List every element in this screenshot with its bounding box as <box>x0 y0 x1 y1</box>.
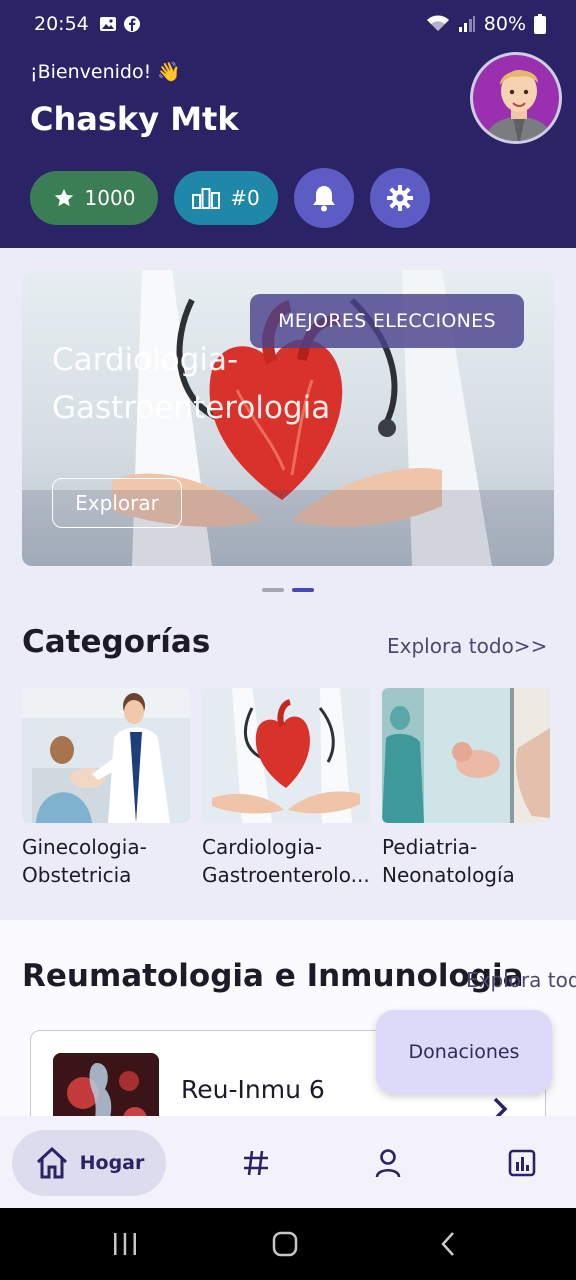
category-image <box>202 688 370 823</box>
leaderboard-icon <box>192 188 221 209</box>
back-icon[interactable] <box>438 1230 458 1258</box>
donations-button[interactable]: Donaciones <box>376 1010 552 1094</box>
gear-icon <box>387 185 413 211</box>
carousel-indicator <box>262 588 314 592</box>
recent-apps-icon[interactable] <box>112 1230 138 1258</box>
system-navigation-bar <box>0 1208 576 1280</box>
user-name: Chasky Mtk <box>30 100 239 138</box>
notifications-button[interactable] <box>294 168 354 228</box>
category-card[interactable]: Ginecologia- Obstetricia <box>22 688 190 889</box>
points-value: 1000 <box>84 186 136 210</box>
avatar-illustration <box>484 70 554 141</box>
bell-icon <box>313 186 335 212</box>
status-bar: 20:54 80% <box>0 0 576 48</box>
category-card[interactable]: Pediatria- Neonatología <box>382 688 550 889</box>
category-name: Ginecologia- Obstetricia <box>22 835 147 887</box>
section-title: Reumatologia e Inmunologia <box>22 958 524 994</box>
facebook-icon <box>123 16 140 32</box>
nav-home-label: Hogar <box>79 1152 145 1174</box>
battery-percent: 80% <box>483 13 526 35</box>
course-title: Reu-Inmu 6 <box>181 1075 325 1104</box>
status-time: 20:54 <box>34 13 89 35</box>
section-see-all-link[interactable]: Explora tod <box>466 968 576 992</box>
rank-chip[interactable]: #0 <box>174 171 278 225</box>
points-chip[interactable]: 1000 <box>30 171 158 225</box>
category-name: Cardiologia- Gastroenterolo... <box>202 835 370 887</box>
star-icon <box>54 188 73 207</box>
category-image <box>22 688 190 823</box>
featured-banner[interactable]: MEJORES ELECCIONES Cardiologia-Gastroent… <box>22 270 554 566</box>
category-name: Pediatria- Neonatología <box>382 835 515 887</box>
settings-button[interactable] <box>370 168 430 228</box>
nav-topics-tab[interactable] <box>239 1146 273 1180</box>
category-card[interactable]: Cardiologia- Gastroenterolo... <box>202 688 370 889</box>
nav-profile-tab[interactable] <box>371 1146 405 1180</box>
person-icon <box>375 1149 401 1178</box>
welcome-text: ¡Bienvenido! 👋 <box>30 61 181 83</box>
hashtag-icon <box>244 1150 268 1176</box>
signal-icon <box>458 16 475 32</box>
nav-stats-tab[interactable] <box>505 1146 539 1180</box>
explore-button[interactable]: Explorar <box>52 478 182 528</box>
banner-title: Cardiologia-Gastroenterologia <box>52 342 331 426</box>
profile-header: ¡Bienvenido! 👋 Chasky Mtk 1000 #0 <box>0 48 576 248</box>
gallery-icon <box>99 17 116 31</box>
battery-icon <box>534 14 546 34</box>
nav-home-tab[interactable]: Hogar <box>12 1130 166 1196</box>
categories-title: Categorías <box>22 624 211 660</box>
categories-see-all-link[interactable]: Explora todo>> <box>387 634 547 658</box>
wifi-icon <box>426 15 449 31</box>
rank-value: #0 <box>230 186 260 210</box>
home-icon <box>36 1146 67 1179</box>
bottom-navigation: Hogar <box>0 1116 576 1208</box>
carousel-dot-active[interactable] <box>292 588 314 592</box>
category-image <box>382 688 550 823</box>
carousel-dot[interactable] <box>262 588 284 592</box>
home-button-icon[interactable] <box>272 1230 298 1258</box>
avatar[interactable] <box>470 52 562 144</box>
bar-chart-icon <box>508 1149 536 1177</box>
